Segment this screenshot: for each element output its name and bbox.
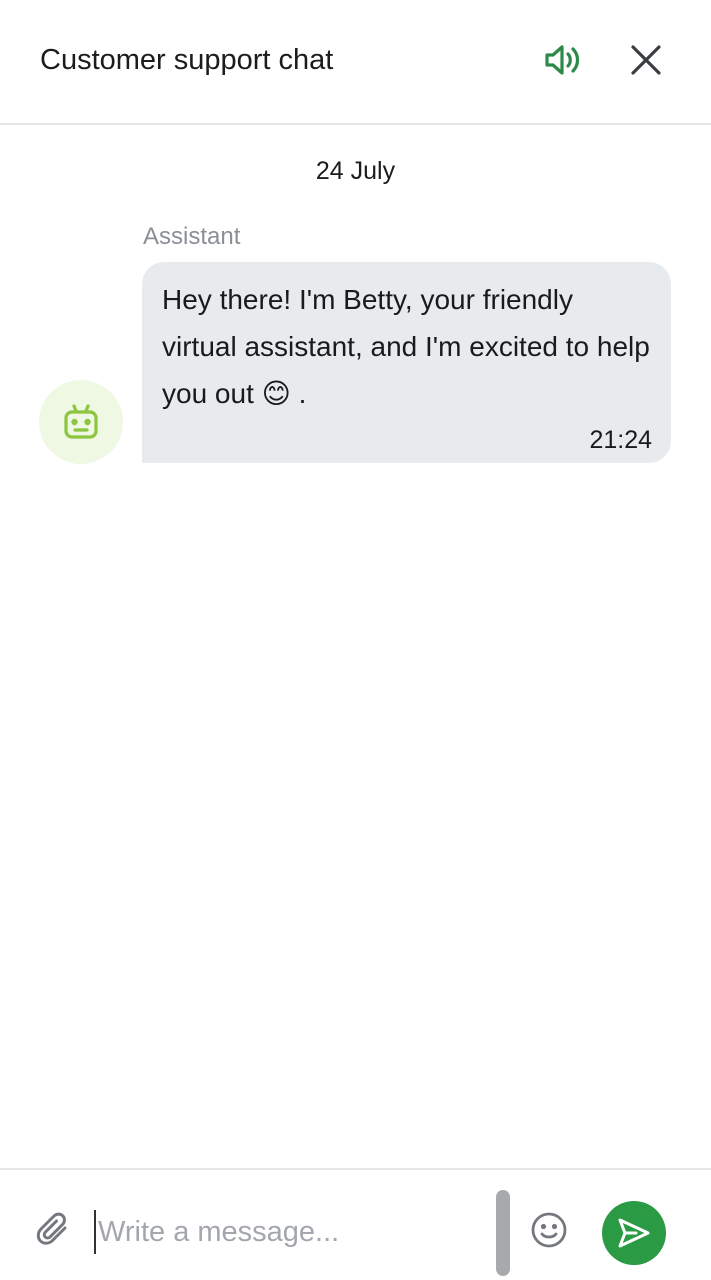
- message-bubble: Hey there! I'm Betty, your friendly virt…: [142, 262, 671, 463]
- assistant-avatar: [39, 380, 123, 464]
- smiley-icon: [531, 1212, 567, 1248]
- chat-header: Customer support chat: [0, 0, 711, 125]
- send-icon: [618, 1218, 650, 1248]
- sound-toggle-button[interactable]: [537, 34, 589, 86]
- chat-window: Customer support chat 24 July Assistant: [0, 0, 711, 1280]
- close-button[interactable]: [620, 34, 672, 86]
- close-icon: [631, 45, 661, 75]
- message-time: 21:24: [589, 426, 652, 454]
- message-input[interactable]: [94, 1210, 478, 1254]
- date-separator: 24 July: [315, 157, 396, 185]
- page-title: Customer support chat: [40, 44, 334, 76]
- attach-button[interactable]: [28, 1204, 80, 1256]
- input-scrollbar[interactable]: [496, 1190, 510, 1276]
- paperclip-icon: [36, 1212, 67, 1245]
- message-text: Hey there! I'm Betty, your friendly virt…: [162, 284, 650, 409]
- send-button[interactable]: [602, 1201, 666, 1265]
- speaker-icon: [545, 45, 580, 75]
- message-composer: [0, 1168, 711, 1280]
- emoji-button[interactable]: [523, 1204, 575, 1256]
- robot-icon: [64, 404, 98, 439]
- message-sender: Assistant: [143, 223, 241, 250]
